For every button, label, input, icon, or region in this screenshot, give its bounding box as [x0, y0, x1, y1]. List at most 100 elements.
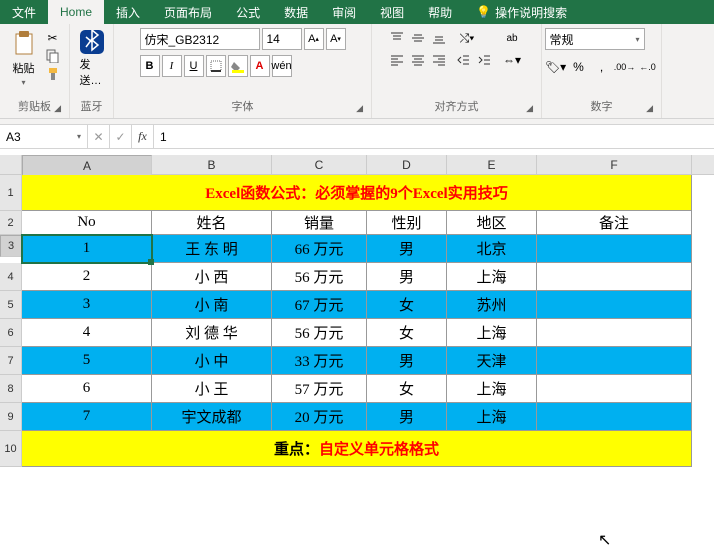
cell-C9[interactable]: 20 万元 — [272, 403, 367, 431]
cell-E4[interactable]: 上海 — [447, 263, 537, 291]
italic-button[interactable]: I — [162, 55, 182, 77]
row-header-6[interactable]: 6 — [0, 319, 22, 347]
cancel-formula-button[interactable]: ✕ — [88, 125, 110, 148]
column-header-D[interactable]: D — [367, 155, 447, 174]
cell-B6[interactable]: 刘 德 华 — [152, 319, 272, 347]
row-header-8[interactable]: 8 — [0, 375, 22, 403]
cell-B7[interactable]: 小 中 — [152, 347, 272, 375]
cell-F6[interactable] — [537, 319, 692, 347]
align-bottom-button[interactable] — [429, 28, 449, 48]
dialog-launcher-icon[interactable]: ◢ — [54, 103, 61, 114]
cell-F7[interactable] — [537, 347, 692, 375]
header-gender[interactable]: 性别 — [367, 211, 447, 235]
align-left-button[interactable] — [387, 50, 407, 70]
paste-button[interactable]: 粘贴 ▾ — [8, 28, 40, 89]
column-header-F[interactable]: F — [537, 155, 692, 174]
number-format-select[interactable]: 常规▾ — [545, 28, 645, 50]
bluetooth-send-button[interactable]: 发送… — [76, 28, 108, 90]
cell-C3[interactable]: 66 万元 — [272, 235, 367, 263]
cell-F5[interactable] — [537, 291, 692, 319]
cut-button[interactable]: ✂ — [44, 30, 62, 46]
format-painter-button[interactable] — [44, 66, 62, 82]
cell-B4[interactable]: 小 西 — [152, 263, 272, 291]
formula-input[interactable]: 1 — [154, 125, 714, 148]
row-header-2[interactable]: 2 — [0, 211, 22, 235]
align-center-button[interactable] — [408, 50, 428, 70]
tab-help[interactable]: 帮助 — [416, 0, 464, 24]
underline-button[interactable]: U — [184, 55, 204, 77]
select-all-corner[interactable] — [0, 155, 22, 174]
row-header-10[interactable]: 10 — [0, 431, 22, 467]
cell-D9[interactable]: 男 — [367, 403, 447, 431]
orientation-button[interactable]: ⤭▾ — [453, 28, 481, 48]
cell-A4[interactable]: 2 — [22, 263, 152, 291]
cell-E7[interactable]: 天津 — [447, 347, 537, 375]
cell-B9[interactable]: 宇文成都 — [152, 403, 272, 431]
header-note[interactable]: 备注 — [537, 211, 692, 235]
header-region[interactable]: 地区 — [447, 211, 537, 235]
cell-C5[interactable]: 67 万元 — [272, 291, 367, 319]
cell-D6[interactable]: 女 — [367, 319, 447, 347]
column-header-E[interactable]: E — [447, 155, 537, 174]
cell-E3[interactable]: 北京 — [447, 235, 537, 263]
footer-cell[interactable]: 重点：自定义单元格格式 — [22, 431, 692, 467]
cell-D3[interactable]: 男 — [367, 235, 447, 263]
phonetic-button[interactable]: wén — [272, 55, 292, 77]
row-header-7[interactable]: 7 — [0, 347, 22, 375]
cell-A9[interactable]: 7 — [22, 403, 152, 431]
cell-C4[interactable]: 56 万元 — [272, 263, 367, 291]
align-right-button[interactable] — [429, 50, 449, 70]
decrease-font-button[interactable]: A▾ — [326, 28, 346, 50]
cell-F4[interactable] — [537, 263, 692, 291]
cell-A5[interactable]: 3 — [22, 291, 152, 319]
tab-home[interactable]: Home — [48, 0, 104, 24]
cell-D8[interactable]: 女 — [367, 375, 447, 403]
insert-function-button[interactable]: fx — [132, 125, 154, 148]
cell-C7[interactable]: 33 万元 — [272, 347, 367, 375]
cell-B8[interactable]: 小 王 — [152, 375, 272, 403]
cell-C6[interactable]: 56 万元 — [272, 319, 367, 347]
cell-E5[interactable]: 苏州 — [447, 291, 537, 319]
title-cell[interactable]: Excel函数公式：必须掌握的9个Excel实用技巧 — [22, 175, 692, 211]
decrease-indent-button[interactable] — [453, 50, 473, 70]
font-color-button[interactable]: A — [250, 55, 270, 77]
cell-D7[interactable]: 男 — [367, 347, 447, 375]
percent-button[interactable]: % — [568, 56, 590, 78]
dialog-launcher-icon[interactable]: ◢ — [356, 103, 363, 114]
row-header-5[interactable]: 5 — [0, 291, 22, 319]
cell-A8[interactable]: 6 — [22, 375, 152, 403]
tab-formulas[interactable]: 公式 — [224, 0, 272, 24]
tab-data[interactable]: 数据 — [272, 0, 320, 24]
increase-decimal-button[interactable]: .00→ — [614, 56, 636, 78]
cell-D5[interactable]: 女 — [367, 291, 447, 319]
cell-F8[interactable] — [537, 375, 692, 403]
bold-button[interactable]: B — [140, 55, 160, 77]
name-box[interactable]: A3▾ — [0, 125, 88, 148]
decrease-decimal-button[interactable]: ←.0 — [637, 56, 659, 78]
column-header-C[interactable]: C — [272, 155, 367, 174]
border-button[interactable] — [206, 55, 226, 77]
cell-A6[interactable]: 4 — [22, 319, 152, 347]
accounting-format-button[interactable]: 🏷▾ — [545, 56, 567, 78]
row-header-3[interactable]: 3 — [0, 235, 22, 257]
tab-review[interactable]: 审阅 — [320, 0, 368, 24]
wrap-text-button[interactable]: ab — [498, 28, 526, 48]
header-name[interactable]: 姓名 — [152, 211, 272, 235]
tab-file[interactable]: 文件 — [0, 0, 48, 24]
font-size-select[interactable] — [262, 28, 302, 50]
cell-B3[interactable]: 王 东 明 — [152, 235, 272, 263]
fill-color-button[interactable] — [228, 55, 248, 77]
cell-F3[interactable] — [537, 235, 692, 263]
align-top-button[interactable] — [387, 28, 407, 48]
merge-center-button[interactable]: ⇔▾ — [498, 50, 526, 70]
cell-A3[interactable]: 1 — [22, 235, 152, 263]
comma-button[interactable]: , — [591, 56, 613, 78]
header-sales[interactable]: 销量 — [272, 211, 367, 235]
cell-D4[interactable]: 男 — [367, 263, 447, 291]
align-middle-button[interactable] — [408, 28, 428, 48]
increase-font-button[interactable]: A▴ — [304, 28, 324, 50]
dialog-launcher-icon[interactable]: ◢ — [646, 103, 653, 114]
enter-formula-button[interactable]: ✓ — [110, 125, 132, 148]
increase-indent-button[interactable] — [474, 50, 494, 70]
cell-E8[interactable]: 上海 — [447, 375, 537, 403]
